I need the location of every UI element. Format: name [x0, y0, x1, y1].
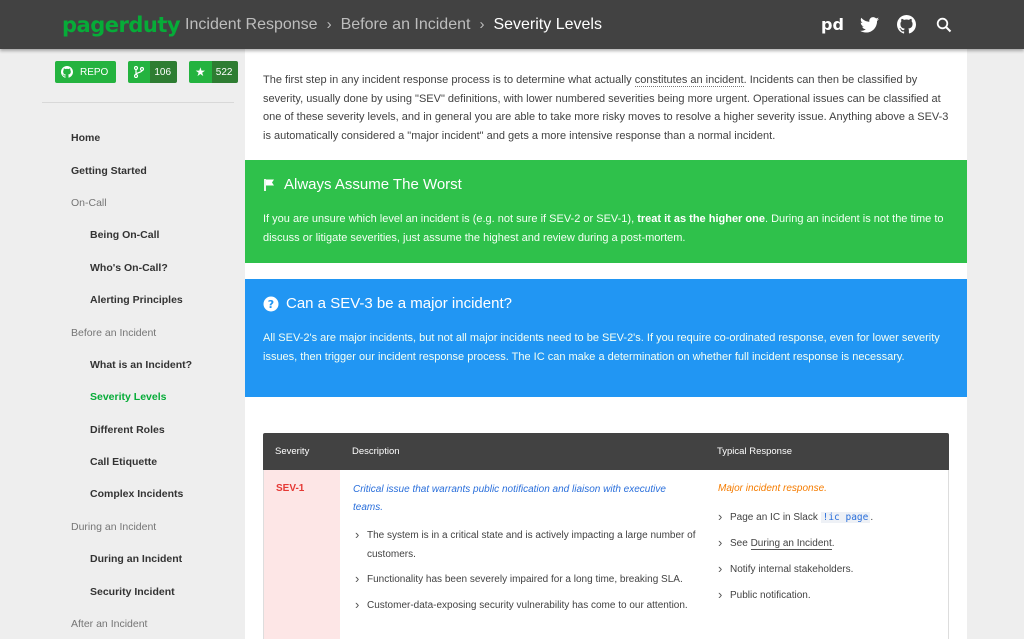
question-circle-icon: ?: [263, 296, 279, 311]
list-item: Page an IC in Slack !ic page.: [718, 508, 938, 528]
flag-icon: [264, 178, 274, 191]
column-header-description: Description: [352, 446, 400, 457]
sidebar-section-during-an-incident[interactable]: During an Incident: [0, 511, 244, 543]
forks-button[interactable]: 106: [128, 61, 178, 83]
sidebar-item-call-etiquette[interactable]: Call Etiquette: [0, 446, 244, 478]
chevron-right-icon: ›: [479, 16, 485, 33]
header-icons: pd: [821, 14, 954, 35]
github-icon: [61, 66, 73, 78]
callout-heading: ? Can a SEV-3 be a major incident?: [263, 295, 512, 312]
sidebar-item-whos-on-call[interactable]: Who's On-Call?: [0, 252, 244, 284]
list-item: Public notification.: [718, 586, 938, 606]
sidebar-item-during-an-incident[interactable]: During an Incident: [0, 543, 244, 575]
intro-paragraph: The first step in any incident response …: [263, 71, 953, 145]
twitter-icon[interactable]: [859, 14, 880, 35]
severity-table: Severity Description Typical Response SE…: [263, 433, 949, 639]
repo-button[interactable]: REPO: [55, 61, 117, 83]
description-heading: Critical issue that warrants public noti…: [353, 484, 666, 513]
response-text: .: [870, 512, 874, 523]
callout-title: Can a SEV-3 be a major incident?: [286, 295, 512, 312]
search-icon[interactable]: [933, 14, 954, 35]
repo-badges: REPO 106 ★ 522: [55, 61, 239, 83]
pd-icon[interactable]: pd: [821, 14, 844, 35]
stars-count: 522: [211, 61, 239, 83]
sidebar-item-alerting-principles[interactable]: Alerting Principles: [0, 284, 244, 316]
response-text: .: [831, 538, 835, 549]
severity-label: SEV-1: [276, 483, 305, 494]
column-header-typical-response: Typical Response: [717, 446, 792, 457]
list-item: Customer-data-exposing security vulnerab…: [355, 596, 700, 616]
intro-text: The first step in any incident response …: [263, 74, 635, 86]
pagerduty-logo[interactable]: pagerduty: [62, 13, 181, 37]
callout-sev3-major: ? Can a SEV-3 be a major incident? All S…: [245, 279, 967, 397]
sidebar-item-security-incident[interactable]: Security Incident: [0, 575, 244, 607]
callout-text: All SEV-2's are major incidents, but not…: [263, 332, 940, 363]
sidebar-section-on-call[interactable]: On-Call: [0, 187, 244, 219]
breadcrumb-before-an-incident[interactable]: Before an Incident: [341, 16, 471, 34]
callout-text: If you are unsure which level an inciden…: [263, 210, 953, 247]
sidebar-section-after-an-incident[interactable]: After an Incident: [0, 608, 244, 639]
description-list: The system is in a critical state and is…: [355, 526, 700, 622]
sidebar-section-before-an-incident[interactable]: Before an Incident: [0, 316, 244, 348]
breadcrumb-incident-response[interactable]: Incident Response: [185, 16, 318, 34]
callout-emphasis: treat it as the higher one: [637, 213, 765, 225]
fork-icon: [128, 61, 151, 83]
sidebar-nav: Home Getting Started On-Call Being On-Ca…: [0, 122, 244, 639]
table-row: SEV-1 Critical issue that warrants publi…: [263, 470, 949, 639]
breadcrumb: Incident Response › Before an Incident ›…: [185, 16, 602, 34]
response-list: Page an IC in Slack !ic page. See During…: [718, 508, 938, 613]
ic-page-code: !ic page: [820, 512, 871, 523]
sidebar-item-getting-started[interactable]: Getting Started: [0, 154, 244, 186]
severity-cell: SEV-1: [264, 470, 340, 639]
table-header: Severity Description Typical Response: [263, 433, 949, 470]
callout-text-part: If you are unsure which level an inciden…: [263, 213, 638, 225]
callout-heading: Always Assume The Worst: [263, 176, 462, 193]
github-icon[interactable]: [896, 14, 917, 35]
chevron-right-icon: ›: [326, 16, 332, 33]
column-header-severity: Severity: [275, 446, 310, 457]
breadcrumb-severity-levels: Severity Levels: [493, 15, 602, 33]
stars-button[interactable]: ★ 522: [189, 61, 239, 83]
repo-label: REPO: [80, 66, 109, 78]
sidebar-item-home[interactable]: Home: [0, 122, 244, 154]
callout-title: Always Assume The Worst: [284, 176, 462, 193]
response-text: Page an IC in Slack: [730, 512, 821, 523]
main-content: The first step in any incident response …: [245, 49, 967, 639]
sidebar-item-being-on-call[interactable]: Being On-Call: [0, 219, 244, 251]
during-an-incident-link[interactable]: During an Incident: [750, 538, 832, 550]
list-item: Functionality has been severely impaired…: [355, 570, 700, 590]
list-item: The system is in a critical state and is…: [355, 526, 700, 564]
sidebar-item-severity-levels[interactable]: Severity Levels: [0, 381, 244, 413]
constitutes-an-incident-link[interactable]: constitutes an incident: [634, 74, 744, 87]
sidebar: REPO 106 ★ 522 Home Getting Started On-C…: [0, 49, 244, 639]
sidebar-divider: [42, 102, 234, 103]
sidebar-item-what-is-an-incident[interactable]: What is an Incident?: [0, 349, 244, 381]
star-icon: ★: [189, 61, 212, 83]
sidebar-item-different-roles[interactable]: Different Roles: [0, 414, 244, 446]
svg-text:?: ?: [268, 298, 274, 311]
callout-always-assume-worst: Always Assume The Worst If you are unsur…: [245, 160, 967, 263]
response-heading: Major incident response.: [718, 483, 827, 494]
list-item: See During an Incident.: [718, 534, 938, 554]
sidebar-item-complex-incidents[interactable]: Complex Incidents: [0, 478, 244, 510]
list-item: Notify internal stakeholders.: [718, 560, 938, 580]
forks-count: 106: [150, 61, 178, 83]
top-header: pagerduty Incident Response › Before an …: [0, 0, 1024, 49]
response-text: See: [730, 538, 751, 549]
